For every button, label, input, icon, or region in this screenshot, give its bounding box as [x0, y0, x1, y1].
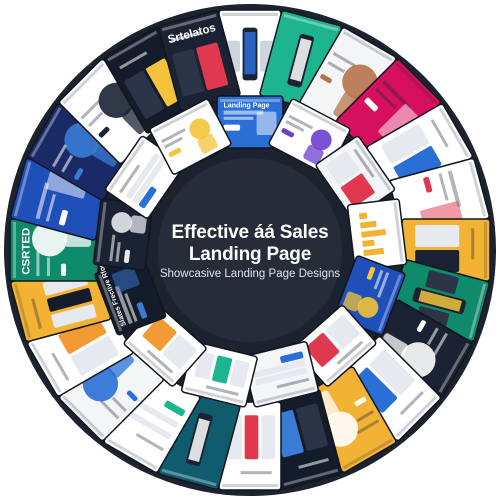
center-title-line-1: Effective áá Sales	[171, 222, 329, 243]
center-title-line-2: Landing Page	[188, 244, 312, 265]
center-subtitle: Showcasive Landing Page Designs	[159, 268, 341, 280]
tile-label: CSRTED	[20, 228, 32, 275]
landing-page-wheel: CSRTED Srtelatos Landing Page Slates Frect…	[0, 0, 500, 500]
tile-label: Landing Page	[224, 102, 270, 109]
